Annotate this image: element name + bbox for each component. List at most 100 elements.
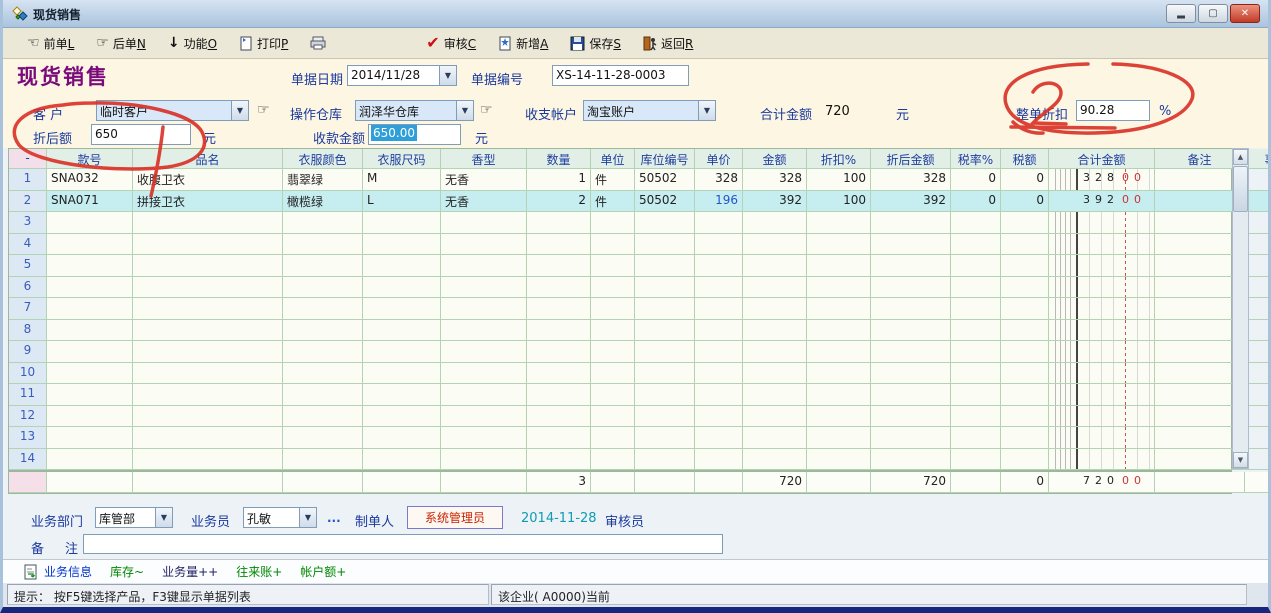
print-button[interactable]: 打印P [239,35,288,52]
cell-scent[interactable] [441,384,527,406]
customer-combo[interactable]: 临时客户▼ [96,100,249,121]
cell-color[interactable] [283,341,363,363]
cell-price[interactable] [695,449,743,471]
cell-color[interactable]: 翡翠绿 [283,169,363,191]
cell-unit[interactable] [591,341,635,363]
cell-qty[interactable] [527,234,591,256]
cell-bin[interactable] [635,449,695,471]
chevron-down-icon[interactable]: ▼ [299,508,316,527]
received-amount-input[interactable]: 650.00 [368,124,461,145]
cell-discount[interactable] [807,298,871,320]
cell-tax_rate[interactable] [951,341,1001,363]
cell-size[interactable]: M [363,169,441,191]
cell-total[interactable]: 39200 [1049,191,1155,213]
cell-amount[interactable] [743,320,807,342]
cell-qty[interactable] [527,255,591,277]
cell-total[interactable] [1049,298,1155,320]
cell-tax[interactable] [1001,341,1049,363]
cell-qty[interactable] [527,298,591,320]
whole-discount-input[interactable]: 90.28 [1076,100,1150,121]
cell-size[interactable]: L [363,191,441,213]
cell-discounted[interactable] [871,234,951,256]
chevron-down-icon[interactable]: ▼ [456,101,473,120]
cell-tax[interactable]: 0 [1001,472,1049,493]
cell-code[interactable] [47,341,133,363]
table-row[interactable]: 7 [9,298,1231,320]
cell-tax[interactable]: 0 [1001,191,1049,213]
table-row[interactable]: 6 [9,277,1231,299]
cell-amount[interactable]: 720 [743,472,807,493]
cell-code[interactable] [47,449,133,471]
table-row[interactable]: 10 [9,363,1231,385]
cell-price[interactable] [695,234,743,256]
cell-size[interactable] [363,277,441,299]
cell-price[interactable] [695,384,743,406]
cell-qty[interactable] [527,363,591,385]
cell-tax_rate[interactable] [951,255,1001,277]
cell-total[interactable]: 32800 [1049,169,1155,191]
cell-no[interactable] [9,472,47,493]
cell-unit[interactable] [591,449,635,471]
cell-amount[interactable] [743,427,807,449]
cell-scent[interactable] [441,449,527,471]
cell-unit[interactable] [591,255,635,277]
next-doc-button[interactable]: ☞ 后单N [96,35,146,52]
info-link-business[interactable]: 业务信息 [44,563,92,580]
cell-name[interactable] [133,320,283,342]
cell-unit[interactable] [591,384,635,406]
cell-amount[interactable]: 392 [743,191,807,213]
cell-price[interactable] [695,212,743,234]
cell-no[interactable]: 2 [9,191,47,213]
cell-qty[interactable] [527,341,591,363]
cell-name[interactable] [133,363,283,385]
cell-unit[interactable] [591,277,635,299]
cell-discounted[interactable]: 328 [871,169,951,191]
chevron-down-icon[interactable]: ▼ [439,66,456,85]
cell-bin[interactable] [635,341,695,363]
cell-tax[interactable] [1001,427,1049,449]
cell-scent[interactable] [441,472,527,493]
cell-total[interactable] [1049,277,1155,299]
cell-price[interactable] [695,363,743,385]
save-button[interactable]: 保存S [570,35,621,52]
cell-scent[interactable]: 无香 [441,169,527,191]
cell-tax[interactable] [1001,320,1049,342]
return-button[interactable]: 返回R [643,35,693,52]
cell-bin[interactable] [635,277,695,299]
cell-amount[interactable] [743,341,807,363]
cell-discount[interactable] [807,363,871,385]
maximize-button[interactable]: ▢ [1198,4,1228,23]
cell-unit[interactable] [591,427,635,449]
cell-name[interactable] [133,234,283,256]
cell-bin[interactable] [635,320,695,342]
cell-scent[interactable] [441,255,527,277]
cell-remark[interactable] [1155,472,1245,493]
cell-discounted[interactable] [871,427,951,449]
cell-amount[interactable] [743,277,807,299]
cell-tax[interactable] [1001,298,1049,320]
cell-discounted[interactable] [871,363,951,385]
cell-code[interactable] [47,255,133,277]
new-button[interactable]: 新增A [498,35,548,52]
account-combo[interactable]: 淘宝账户▼ [583,100,716,121]
cell-name[interactable]: 拼接卫衣 [133,191,283,213]
table-row[interactable]: 8 [9,320,1231,342]
cell-qty[interactable]: 2 [527,191,591,213]
info-link-volume[interactable]: 业务量++ [162,563,218,580]
remark-input[interactable] [83,534,723,554]
cell-amount[interactable] [743,298,807,320]
cell-bin[interactable] [635,234,695,256]
cell-discounted[interactable] [871,298,951,320]
info-link-stock[interactable]: 库存~ [110,563,144,580]
cell-unit[interactable] [591,320,635,342]
cell-no[interactable]: 7 [9,298,47,320]
warehouse-lookup-icon[interactable]: ☞ [480,102,493,118]
cell-unit[interactable] [591,406,635,428]
cell-code[interactable] [47,406,133,428]
cell-amount[interactable] [743,255,807,277]
cell-size[interactable] [363,363,441,385]
cell-price[interactable]: 328 [695,169,743,191]
cell-discounted[interactable] [871,384,951,406]
cell-bin[interactable] [635,406,695,428]
cell-scent[interactable] [441,212,527,234]
